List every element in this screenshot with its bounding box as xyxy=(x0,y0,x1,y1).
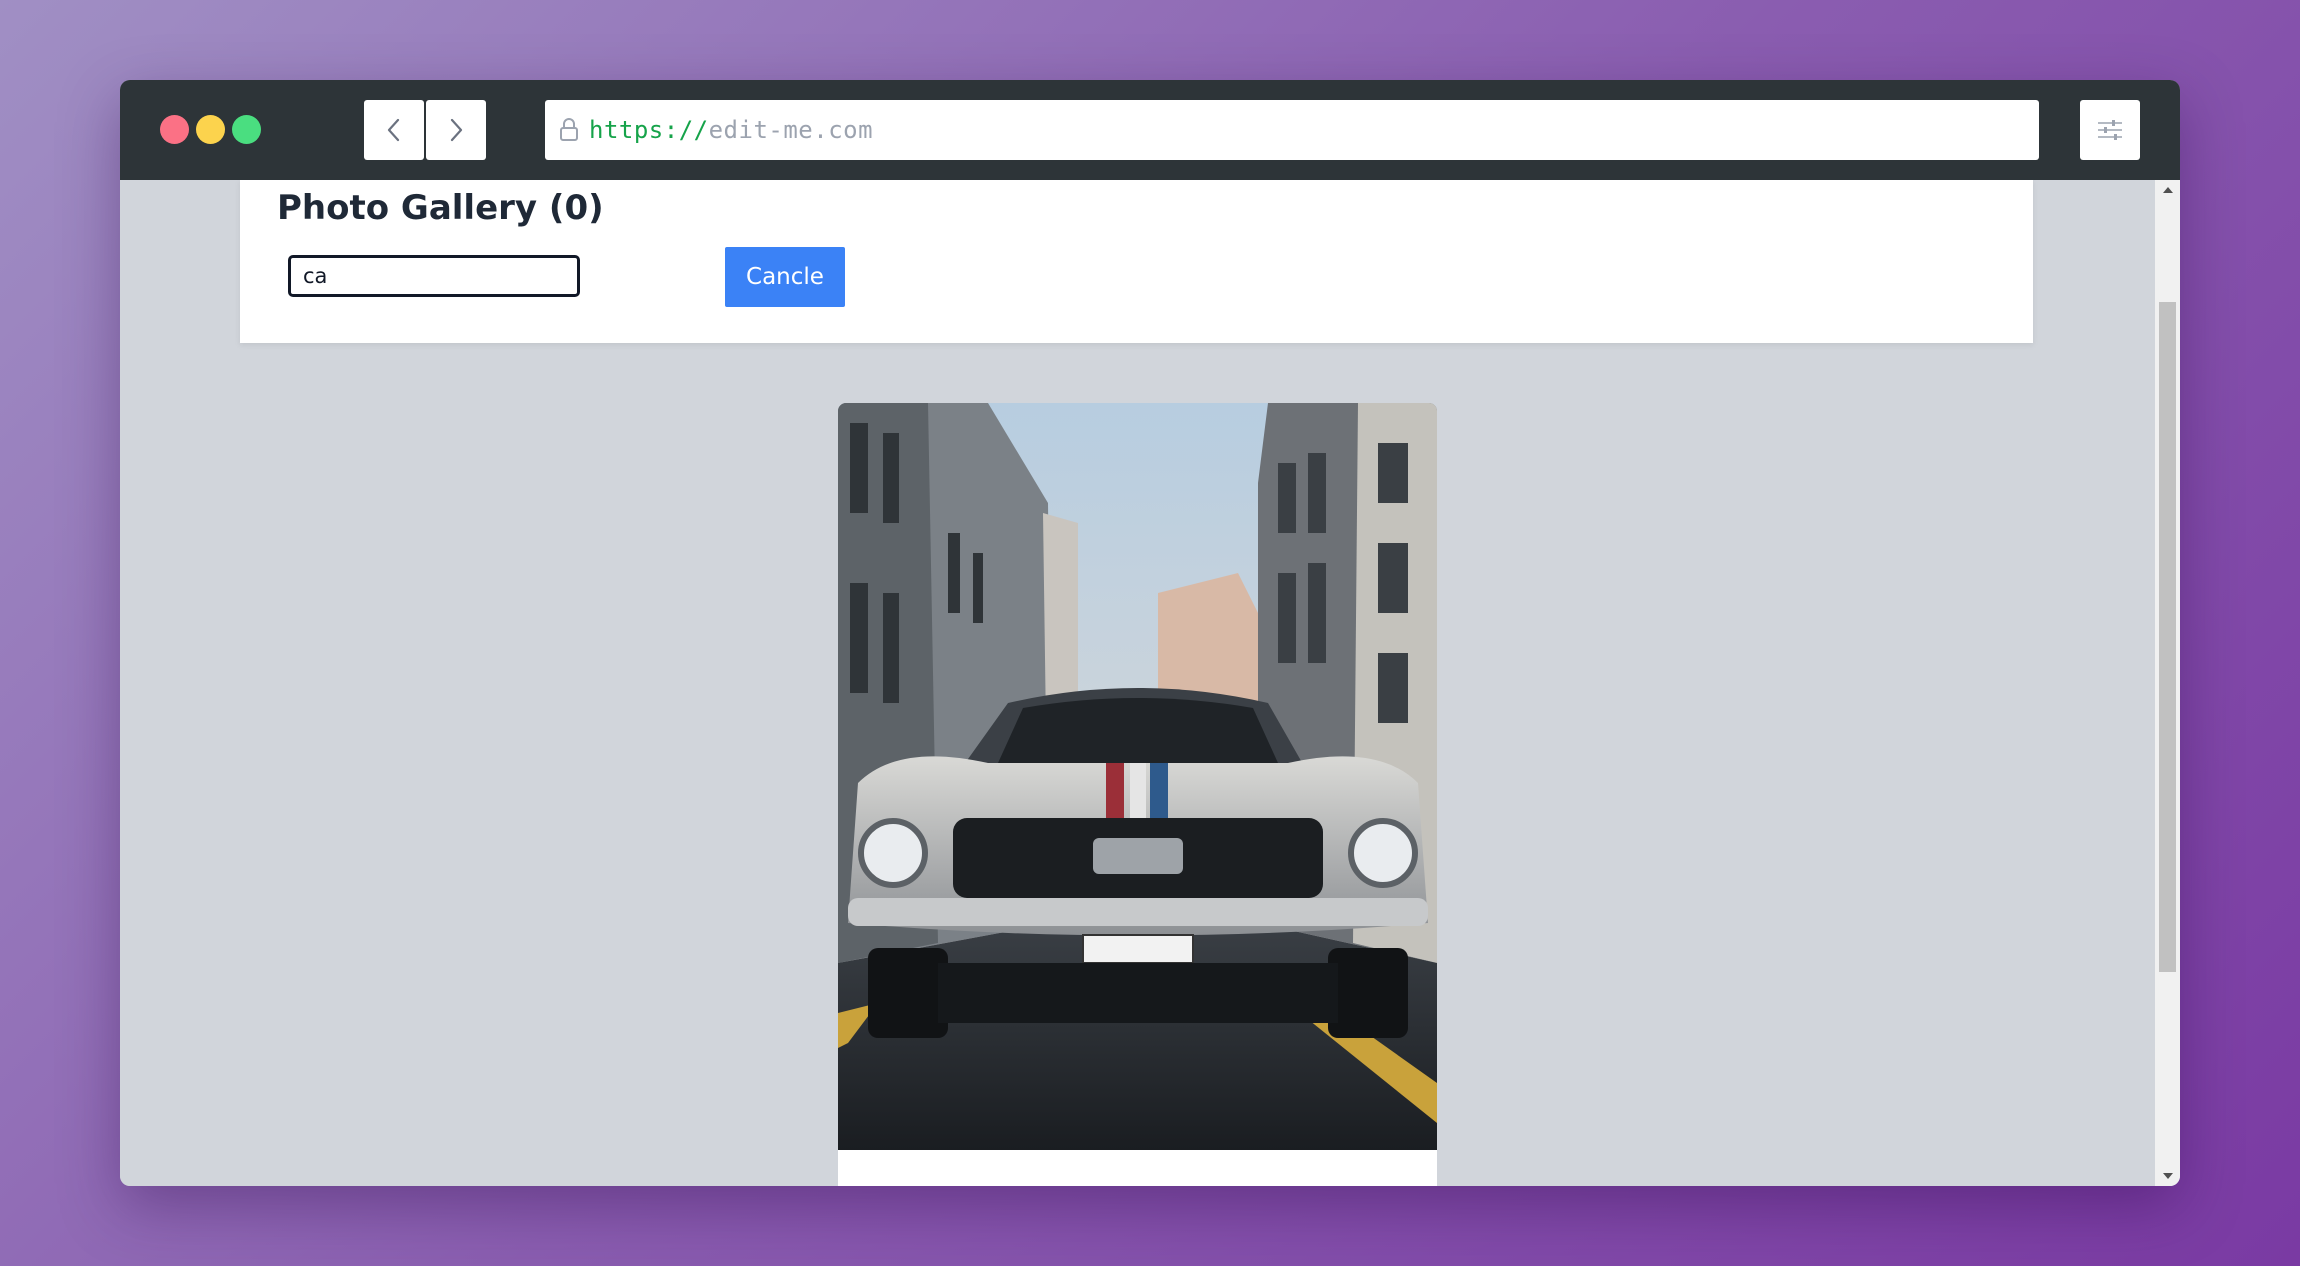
scroll-down-arrow[interactable] xyxy=(2155,1166,2180,1186)
maximize-window-button[interactable] xyxy=(232,115,261,144)
address-bar[interactable]: https://edit-me.com xyxy=(545,100,2039,160)
minimize-window-button[interactable] xyxy=(196,115,225,144)
browser-titlebar: https://edit-me.com xyxy=(120,80,2180,180)
search-input[interactable] xyxy=(288,255,580,297)
back-button[interactable] xyxy=(364,100,424,160)
lock-icon xyxy=(557,117,581,143)
triangle-down-icon xyxy=(2162,1173,2173,1179)
triangle-up-icon xyxy=(2162,187,2173,193)
forward-button[interactable] xyxy=(426,100,486,160)
page-title: Photo Gallery (0) xyxy=(277,188,604,228)
page-viewport: Photo Gallery (0) Cancle xyxy=(120,180,2155,1186)
scrollbar-thumb[interactable] xyxy=(2159,302,2176,972)
address-url: https://edit-me.com xyxy=(589,116,873,144)
url-scheme: https:// xyxy=(589,116,709,144)
scroll-up-arrow[interactable] xyxy=(2155,180,2180,200)
close-window-button[interactable] xyxy=(160,115,189,144)
cancel-button[interactable]: Cancle xyxy=(725,247,845,307)
vertical-scrollbar[interactable] xyxy=(2155,180,2180,1186)
sliders-icon xyxy=(2098,120,2122,140)
url-host: edit-me.com xyxy=(708,116,874,144)
chevron-left-icon xyxy=(387,118,400,142)
gallery-photo[interactable] xyxy=(838,403,1437,1150)
chevron-right-icon xyxy=(450,118,463,142)
gallery-header: Photo Gallery (0) Cancle xyxy=(240,180,2033,343)
browser-menu-button[interactable] xyxy=(2080,100,2140,160)
photo-card[interactable] xyxy=(838,403,1437,1186)
browser-window: https://edit-me.com Photo Gallery (0) Ca… xyxy=(120,80,2180,1186)
